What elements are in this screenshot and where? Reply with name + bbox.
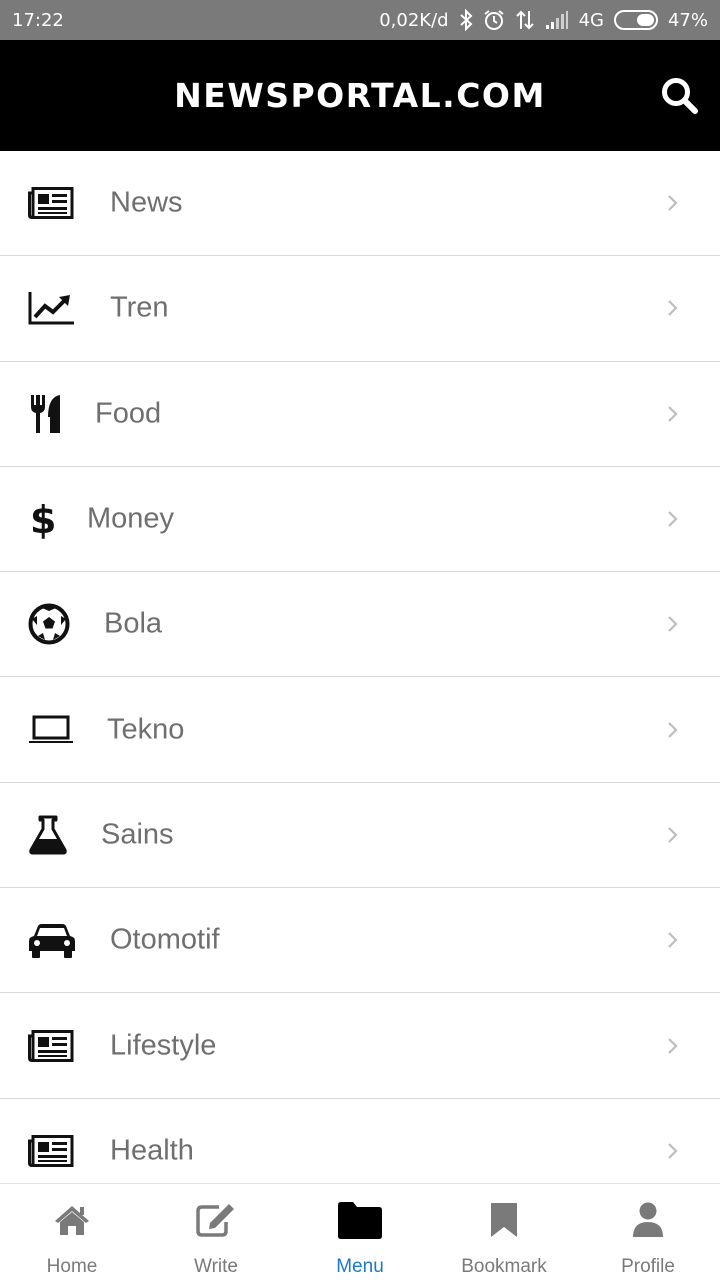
- status-time: 17:22: [12, 9, 64, 31]
- menu-item-bola[interactable]: Bola: [0, 572, 720, 678]
- menu-item-label: Tren: [110, 291, 169, 324]
- menu-item-lifestyle[interactable]: Lifestyle: [0, 993, 720, 1099]
- menu-item-label: Lifestyle: [110, 1029, 217, 1062]
- data-transfer-icon: [515, 8, 535, 32]
- menu-item-label: Money: [87, 502, 175, 535]
- chevron-right-icon: [668, 300, 678, 317]
- dollar-icon: $: [28, 497, 80, 541]
- category-menu-list: News Tren Food $ Money Bola Tekno Sains …: [0, 151, 720, 1183]
- nav-profile-label: Profile: [621, 1256, 675, 1277]
- app-title: NEWSPORTAL.COM: [174, 76, 546, 115]
- menu-item-otomotif[interactable]: Otomotif: [0, 888, 720, 994]
- menu-item-tekno[interactable]: Tekno: [0, 677, 720, 783]
- laptop-icon: [28, 708, 80, 752]
- menu-item-news[interactable]: News: [0, 151, 720, 257]
- nav-write-label: Write: [194, 1256, 238, 1277]
- menu-item-money[interactable]: $ Money: [0, 467, 720, 573]
- flask-icon: [28, 813, 80, 857]
- newspaper-icon: [28, 1129, 80, 1173]
- chevron-right-icon: [668, 1143, 678, 1159]
- utensils-icon: [28, 392, 80, 436]
- menu-item-food[interactable]: Food: [0, 362, 720, 467]
- nav-menu[interactable]: Menu: [288, 1184, 432, 1280]
- newspaper-icon: [28, 1024, 80, 1068]
- nav-menu-label: Menu: [336, 1256, 384, 1277]
- menu-item-label: Health: [110, 1134, 194, 1167]
- chevron-right-icon: [668, 616, 678, 633]
- nav-bookmark-label: Bookmark: [461, 1256, 547, 1277]
- chevron-right-icon: [668, 1037, 678, 1054]
- chevron-right-icon: [668, 405, 678, 422]
- menu-item-label: Food: [95, 397, 162, 430]
- menu-item-label: Tekno: [107, 713, 185, 746]
- nav-home[interactable]: Home: [0, 1184, 144, 1280]
- menu-item-label: Sains: [101, 818, 174, 851]
- menu-item-label: News: [110, 186, 183, 219]
- alarm-icon: [483, 8, 505, 32]
- menu-item-label: Bola: [104, 607, 163, 640]
- status-bar: 17:22 0,02K/d 4G 47%: [0, 0, 720, 40]
- signal-icon: [545, 8, 569, 32]
- home-icon: [53, 1198, 91, 1242]
- chevron-right-icon: [668, 195, 678, 211]
- battery-icon: [613, 10, 658, 30]
- newspaper-icon: [28, 181, 80, 225]
- nav-write[interactable]: Write: [144, 1184, 288, 1280]
- network-type: 4G: [578, 9, 604, 31]
- nav-bookmark[interactable]: Bookmark: [432, 1184, 576, 1280]
- edit-icon: [195, 1198, 237, 1242]
- nav-profile[interactable]: Profile: [576, 1184, 720, 1280]
- bookmark-icon: [488, 1198, 520, 1242]
- search-button[interactable]: [658, 74, 702, 118]
- car-icon: [28, 918, 80, 962]
- trend-chart-icon: [28, 286, 80, 330]
- chevron-right-icon: [668, 932, 678, 948]
- nav-home-label: Home: [46, 1256, 98, 1277]
- menu-item-sains[interactable]: Sains: [0, 783, 720, 889]
- app-header: NEWSPORTAL.COM: [0, 40, 720, 151]
- menu-item-tren[interactable]: Tren: [0, 256, 720, 362]
- net-speed: 0,02K/d: [379, 9, 449, 31]
- menu-item-label: Otomotif: [110, 923, 220, 956]
- svg-text:$: $: [30, 498, 56, 540]
- soccer-ball-icon: [28, 602, 80, 646]
- search-icon: [662, 78, 698, 114]
- chevron-right-icon: [668, 827, 678, 843]
- bluetooth-icon: [459, 8, 473, 32]
- menu-item-health[interactable]: Health: [0, 1099, 720, 1183]
- chevron-right-icon: [668, 721, 678, 738]
- bottom-navigation: Home Write Menu Bookmark Profile: [0, 1183, 720, 1280]
- chevron-right-icon: [668, 511, 678, 527]
- folder-icon: [336, 1198, 384, 1242]
- user-icon: [631, 1198, 665, 1242]
- battery-percent: 47%: [667, 9, 708, 31]
